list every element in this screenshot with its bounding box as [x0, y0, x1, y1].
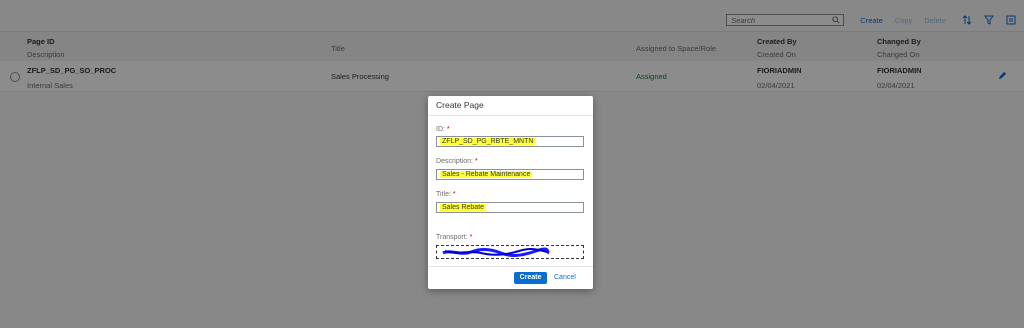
cancel-button[interactable]: Cancel	[554, 272, 576, 284]
transport-label: Transport: *	[436, 234, 472, 241]
description-label-text: Description:	[436, 158, 473, 165]
create-page-dialog: Create Page ID: * ZFLP_SD_PG_RBTE_MNTN D…	[428, 96, 593, 289]
required-mark: *	[474, 158, 478, 165]
title-label-text: Title:	[436, 191, 451, 198]
title-label: Title: *	[436, 191, 456, 198]
transport-input[interactable]	[436, 245, 584, 259]
required-mark: *	[446, 126, 450, 133]
id-label: ID: *	[436, 126, 450, 133]
id-label-text: ID:	[436, 126, 445, 133]
transport-label-text: Transport:	[436, 234, 468, 241]
description-input-value: Sales - Rebate Maintenance	[440, 171, 533, 178]
id-input[interactable]: ZFLP_SD_PG_RBTE_MNTN	[436, 136, 584, 147]
title-input[interactable]: Sales Rebate	[436, 202, 584, 213]
title-input-value: Sales Rebate	[440, 204, 487, 211]
dialog-title: Create Page	[428, 96, 593, 116]
create-button[interactable]: Create	[514, 272, 547, 284]
description-label: Description: *	[436, 158, 478, 165]
id-input-value: ZFLP_SD_PG_RBTE_MNTN	[440, 138, 536, 145]
description-input[interactable]: Sales - Rebate Maintenance	[436, 169, 584, 180]
required-mark: *	[452, 191, 456, 198]
redaction-scribble	[442, 247, 550, 257]
dialog-footer: Create Cancel	[428, 266, 593, 289]
required-mark: *	[469, 234, 473, 241]
